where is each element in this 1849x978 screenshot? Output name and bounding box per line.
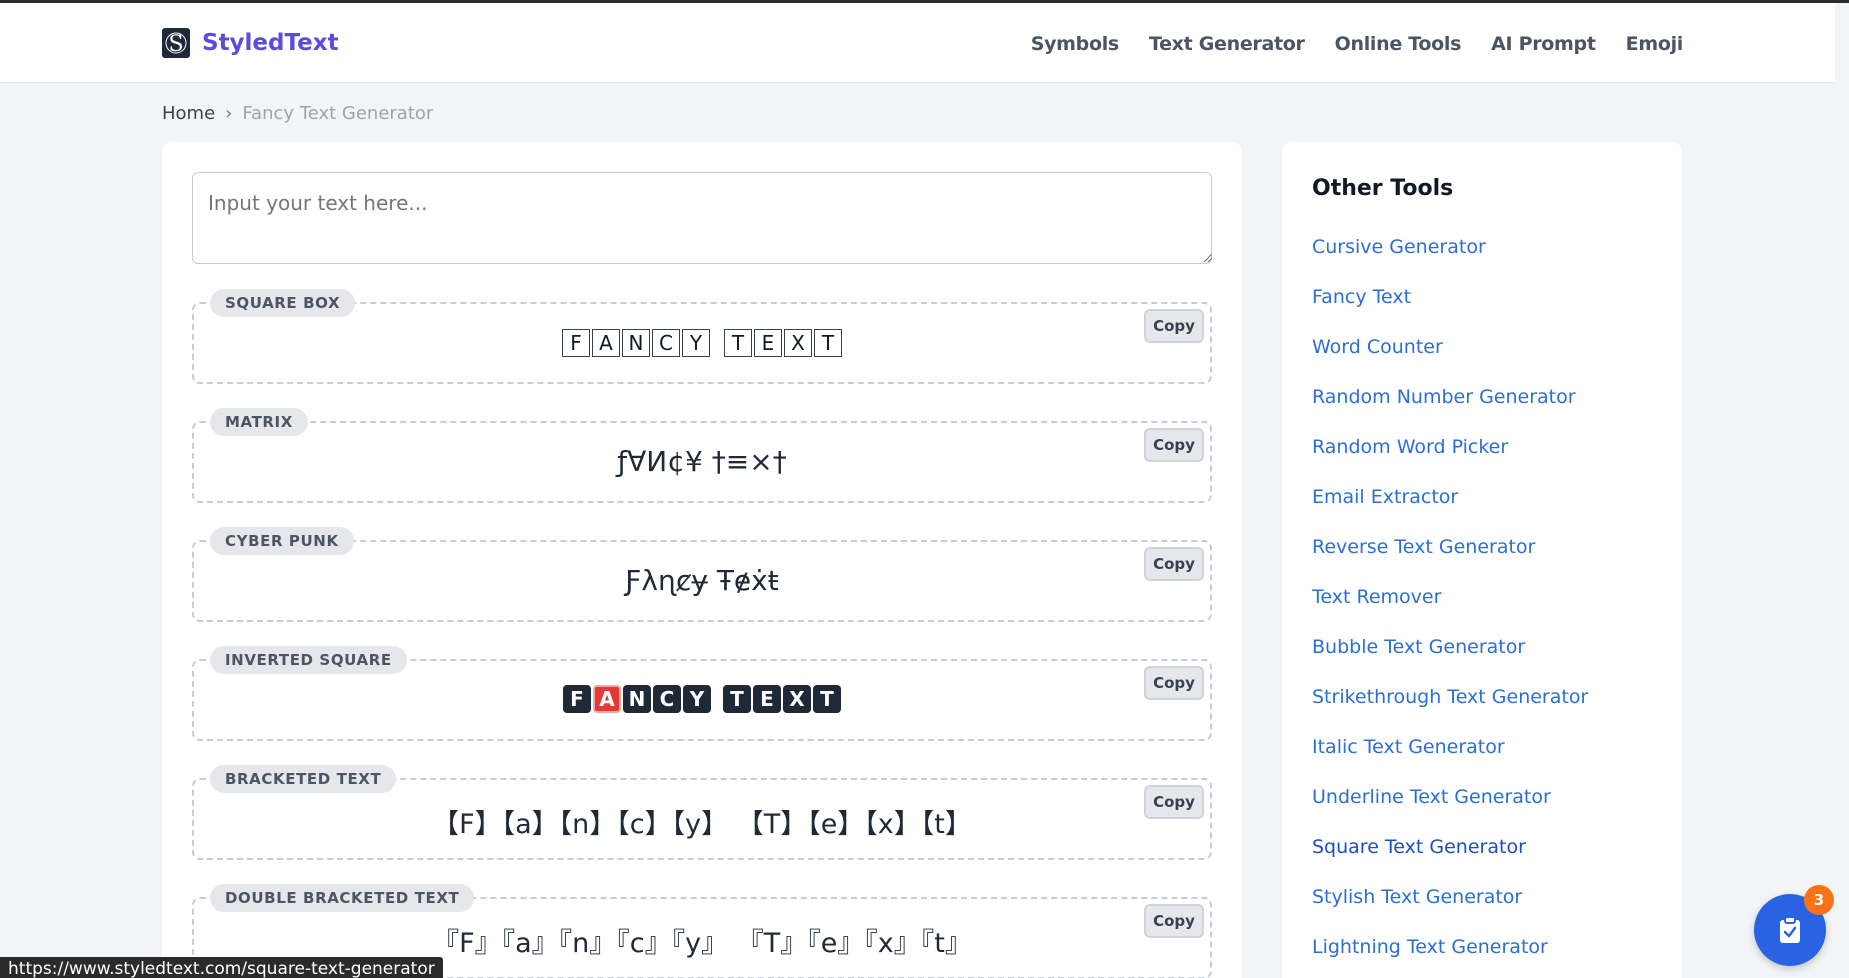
inverted-square-letter: C [653,685,681,713]
style-label: SQUARE BOX [210,289,356,317]
breadcrumb-current: Fancy Text Generator [242,103,434,124]
style-card-cyber-punk[interactable]: CYBER PUNK Copy Ƒλɳȼɏ Ŧɇẋŧ [192,527,1212,622]
tool-link[interactable]: Stylish Text Generator [1312,886,1522,908]
inverted-square-letter: E [753,685,781,713]
square-letter: E [754,329,782,357]
style-label: CYBER PUNK [210,527,354,555]
nav-emoji[interactable]: Emoji [1626,33,1684,55]
logo-icon: S [162,28,190,58]
tool-link-item: Fancy Text [1312,286,1588,336]
tool-link-item: Email Extractor [1312,486,1588,536]
tool-link[interactable]: Italic Text Generator [1312,736,1505,758]
inverted-square-letter: A [593,685,621,713]
inverted-square-letter: T [813,685,841,713]
tool-link-item: Lightning Text Generator [1312,936,1588,978]
inverted-square-letter: X [783,685,811,713]
square-letter: A [592,329,620,357]
square-letter: T [814,329,842,357]
tool-link[interactable]: Random Number Generator [1312,386,1576,408]
style-card-matrix[interactable]: MATRIX Copy ƒ∀Ͷ¢¥ †≡×† [192,408,1212,503]
tool-link[interactable]: Random Word Picker [1312,436,1508,458]
style-card-inverted-square[interactable]: INVERTED SQUARE Copy FANCYTEXT [192,646,1212,741]
styled-text-inverted-square[interactable]: FANCYTEXT [194,685,1210,713]
style-label: INVERTED SQUARE [210,646,407,674]
main-nav: Symbols Text Generator Online Tools AI P… [1031,33,1684,55]
square-letter: N [622,329,650,357]
inverted-square-letter: T [723,685,751,713]
style-label: MATRIX [210,408,308,436]
tool-link-item: Square Text Generator [1312,836,1588,886]
styled-text-cyber-punk[interactable]: Ƒλɳȼɏ Ŧɇẋŧ [194,564,1210,597]
tool-link[interactable]: Lightning Text Generator [1312,936,1548,958]
nav-symbols[interactable]: Symbols [1031,33,1120,55]
tool-link-item: Cursive Generator [1312,236,1588,286]
tool-link[interactable]: Email Extractor [1312,486,1458,508]
inverted-square-letter [713,685,721,713]
brand-name: StyledText [202,30,339,56]
tool-link-item: Bubble Text Generator [1312,636,1588,686]
tool-link[interactable]: Square Text Generator [1312,836,1526,858]
square-letter [712,329,722,357]
tool-link[interactable]: Reverse Text Generator [1312,536,1535,558]
breadcrumb-home[interactable]: Home [162,103,215,124]
tool-link-item: Random Word Picker [1312,436,1588,486]
inverted-square-letter: Y [683,685,711,713]
nav-text-generator[interactable]: Text Generator [1149,33,1305,55]
tool-link-item: Text Remover [1312,586,1588,636]
tool-link-item: Strikethrough Text Generator [1312,686,1588,736]
breadcrumb: Home › Fancy Text Generator [162,103,433,124]
tool-link[interactable]: Text Remover [1312,586,1441,608]
styled-text-square-box[interactable]: FANCYTEXT [194,329,1210,357]
square-letter: Y [682,329,710,357]
tool-link-item: Word Counter [1312,336,1588,386]
tool-link[interactable]: Strikethrough Text Generator [1312,686,1588,708]
tool-link-item: Stylish Text Generator [1312,886,1588,936]
tool-link-item: Random Number Generator [1312,386,1588,436]
styled-text-matrix[interactable]: ƒ∀Ͷ¢¥ †≡×† [194,445,1210,478]
square-letter: F [562,329,590,357]
nav-ai-prompt[interactable]: AI Prompt [1491,33,1596,55]
clipboard-icon [1780,916,1800,943]
tool-link[interactable]: Bubble Text Generator [1312,636,1525,658]
square-letter: T [724,329,752,357]
nav-online-tools[interactable]: Online Tools [1335,33,1462,55]
link-status-bar: https://www.styledtext.com/square-text-g… [0,957,443,978]
tool-link[interactable]: Fancy Text [1312,286,1411,308]
styled-text-double-bracketed[interactable]: 『F』『a』『n』『c』『y』 『T』『e』『x』『t』 [194,921,1210,960]
tool-link-item: Underline Text Generator [1312,786,1588,836]
style-card-bracketed-text[interactable]: BRACKETED TEXT Copy 【F】【a】【n】【c】【y】 【T】【… [192,765,1212,860]
breadcrumb-separator: › [225,103,233,124]
tool-link[interactable]: Underline Text Generator [1312,786,1551,808]
tool-link[interactable]: Cursive Generator [1312,236,1486,258]
sidebar-title: Other Tools [1312,176,1454,201]
tool-link-item: Reverse Text Generator [1312,536,1588,586]
tool-link[interactable]: Word Counter [1312,336,1443,358]
scrollbar[interactable] [1835,3,1849,978]
inverted-square-letter: N [623,685,651,713]
style-label: DOUBLE BRACKETED TEXT [210,884,475,912]
other-tools-panel: Other Tools Cursive Generator Fancy Text… [1282,142,1682,978]
style-label: BRACKETED TEXT [210,765,397,793]
inverted-square-letter: F [563,685,591,713]
square-letter: X [784,329,812,357]
styled-text-bracketed[interactable]: 【F】【a】【n】【c】【y】 【T】【e】【x】【t】 [194,802,1210,841]
logo[interactable]: S StyledText [162,28,339,58]
notification-badge: 3 [1804,885,1834,915]
square-letter: C [652,329,680,357]
text-input[interactable] [192,172,1212,264]
site-header: S StyledText Symbols Text Generator Onli… [0,3,1849,83]
tools-list: Cursive Generator Fancy Text Word Counte… [1312,236,1588,978]
generator-panel: SQUARE BOX Copy FANCYTEXT MATRIX Copy ƒ∀… [162,142,1242,978]
style-card-square-box[interactable]: SQUARE BOX Copy FANCYTEXT [192,289,1212,384]
tool-link-item: Italic Text Generator [1312,736,1588,786]
